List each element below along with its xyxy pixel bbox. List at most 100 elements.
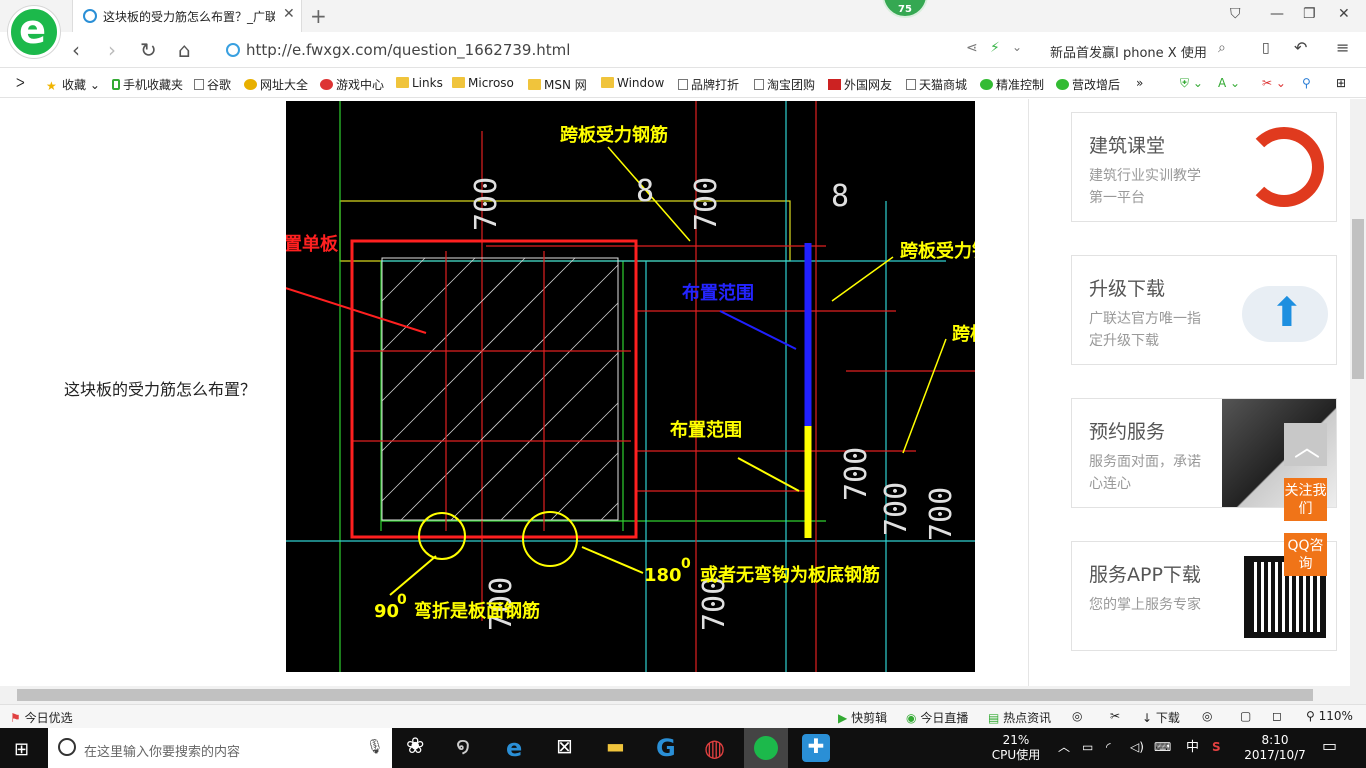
volume-icon[interactable]: ◁) <box>1130 740 1144 755</box>
store-icon[interactable]: ⊠ <box>556 734 584 762</box>
bookmark-sites[interactable]: 网址大全 <box>244 76 308 93</box>
file-explorer-icon[interactable]: ▬ <box>606 734 634 762</box>
bookmark-vat[interactable]: 营改增后 <box>1056 76 1120 93</box>
menu-icon[interactable]: ≡ <box>1336 38 1349 57</box>
phone-icon[interactable]: ▯ <box>1262 40 1270 56</box>
scroll-thumb[interactable] <box>1352 219 1364 379</box>
wifi-icon[interactable]: ◜ <box>1106 740 1111 755</box>
arrow-right2 <box>902 338 947 454</box>
clock[interactable]: 8:10 2017/10/7 <box>1240 733 1310 763</box>
bookmark-windows[interactable]: Window <box>601 76 664 90</box>
annotation-yellow: 布置范围 <box>670 419 742 441</box>
app-g-icon[interactable]: G <box>656 734 684 762</box>
arrow-red <box>286 287 427 334</box>
search-box[interactable]: 新品首发赢I phone X 使用 <box>1040 36 1240 64</box>
bookmark-microsoft[interactable]: Microso <box>452 76 514 90</box>
browser-logo[interactable]: e <box>8 6 60 58</box>
restore-icon[interactable]: ❐ <box>1303 6 1316 22</box>
back-to-top-button[interactable]: ︿ <box>1284 423 1327 466</box>
status-live[interactable]: ◉ 今日直播 <box>906 709 968 726</box>
bookmark-tmall[interactable]: 天猫商城 <box>906 76 967 93</box>
bookmark-taobao[interactable]: 淘宝团购 <box>754 76 815 93</box>
app-swirl-icon[interactable]: ໑ <box>456 734 484 762</box>
up-arrow-icon: ︿ <box>1294 433 1321 463</box>
scroll-thumb[interactable] <box>17 689 1313 701</box>
windows-start-icon[interactable]: ⊞ <box>14 739 29 760</box>
status-icon-d[interactable]: ▢ <box>1240 709 1251 723</box>
card-classroom[interactable]: 建筑课堂 建筑行业实训教学第一平台 <box>1071 112 1337 222</box>
status-icon-c[interactable]: ◎ <box>1202 709 1212 723</box>
home-icon[interactable]: ⌂ <box>178 38 191 62</box>
cpu-meter[interactable]: 21% CPU使用 <box>986 733 1046 763</box>
status-quick-edit[interactable]: ▶ 快剪辑 <box>838 709 887 726</box>
annotation-90-num: 90 <box>374 601 399 622</box>
app-plus-icon[interactable]: ✚ <box>802 734 830 762</box>
battery-icon[interactable]: ▭ <box>1082 740 1093 755</box>
bookmark-discount[interactable]: 品牌打折 <box>678 76 739 93</box>
question-text: 这块板的受力筋怎么布置？ <box>64 380 257 399</box>
qq-consult-button[interactable]: QQ咨询 <box>1284 533 1327 576</box>
vertical-scrollbar[interactable] <box>1350 99 1366 704</box>
favicon-icon <box>83 9 97 23</box>
bookmark-msn[interactable]: MSN 网 <box>528 76 587 93</box>
bookmark-links[interactable]: Links <box>396 76 443 90</box>
bookmark-favorites[interactable]: ★ 收藏 ⌄ <box>46 76 100 93</box>
browser-tab[interactable]: 这块板的受力筋怎么布置？_广联 ✕ <box>72 0 302 32</box>
sogou-icon[interactable]: S <box>1212 740 1221 755</box>
follow-us-button[interactable]: 关注我们 <box>1284 478 1327 521</box>
lightning-icon[interactable]: ⚡ <box>990 40 1000 56</box>
undo-icon[interactable]: ↶ <box>1294 38 1307 57</box>
chevron-down-icon[interactable]: ⌄ <box>1012 40 1022 54</box>
tab-title: 这块板的受力筋怎么布置？_广联 <box>103 10 275 24</box>
notifications-icon[interactable]: ▭ <box>1322 738 1337 754</box>
card-desc: 广联达官方唯一指定升级下载 <box>1089 311 1201 349</box>
active-browser-task[interactable] <box>744 728 788 768</box>
card-title: 建筑课堂 <box>1089 135 1166 157</box>
arrow-180 <box>581 546 644 574</box>
ime-indicator[interactable]: 中 <box>1186 740 1199 755</box>
cad-hatch-lines <box>381 257 619 521</box>
bookmark-games[interactable]: 游戏中心 <box>320 76 384 93</box>
bookmark-mobile[interactable]: 手机收藏夹 <box>112 76 183 93</box>
forward-icon[interactable]: › <box>108 38 116 62</box>
taskbar-search[interactable]: 在这里输入你要搜索的内容 🎙 <box>48 728 392 768</box>
edge-icon[interactable]: e <box>506 734 534 762</box>
scissors-icon[interactable]: ✂ ⌄ <box>1262 76 1286 90</box>
bookmark-foreign[interactable]: 外国网友 <box>828 76 892 93</box>
shield-icon[interactable]: ⛨ ⌄ <box>1180 76 1203 91</box>
url-text: http://e.fwxgx.com/question_1662739.html <box>246 41 571 59</box>
card-upgrade[interactable]: 升级下载 广联达官方唯一指定升级下载 ⬆ <box>1071 255 1337 365</box>
close-tab-icon[interactable]: ✕ <box>283 6 295 22</box>
zoom-level[interactable]: ⚲ 110% <box>1306 709 1353 723</box>
status-today-picks[interactable]: ⚑ 今日优选 <box>10 709 73 726</box>
shirt-icon[interactable]: ⛉ <box>1230 6 1241 22</box>
minimize-icon[interactable]: — <box>1270 6 1284 22</box>
apps-grid-icon[interactable]: ⊞ <box>1336 76 1346 90</box>
tray-up-icon[interactable]: ︿ <box>1058 740 1070 755</box>
keyboard-icon[interactable]: ⌨ <box>1154 740 1171 755</box>
back-icon[interactable]: ‹ <box>72 38 80 62</box>
bookmark-precise[interactable]: 精准控制 <box>980 76 1044 93</box>
task-view-icon[interactable]: ❀ <box>406 734 434 762</box>
status-news[interactable]: ▤ 热点资讯 <box>988 709 1051 726</box>
magnifier-icon[interactable]: ⚲ <box>1302 76 1311 90</box>
new-tab-button[interactable]: + <box>310 4 327 28</box>
share-icon[interactable]: ⋖ <box>966 40 978 56</box>
status-icon-a[interactable]: ◎ <box>1072 709 1082 723</box>
status-icon-b[interactable]: ✂ <box>1110 709 1120 723</box>
refresh-icon[interactable]: ↻ <box>140 38 157 62</box>
app-red-g-icon[interactable]: ◍ <box>704 734 732 762</box>
status-download[interactable]: ↓ 下载 <box>1142 709 1180 726</box>
sidebar-toggle-icon[interactable]: ᐳ <box>16 76 25 90</box>
horizontal-scrollbar[interactable] <box>0 686 1350 704</box>
more-bookmarks-icon[interactable]: » <box>1136 76 1143 90</box>
address-bar[interactable]: http://e.fwxgx.com/question_1662739.html <box>222 38 962 62</box>
search-icon[interactable]: ⌕ <box>1218 40 1226 56</box>
close-window-icon[interactable]: ✕ <box>1338 6 1350 22</box>
card-desc: 建筑行业实训教学第一平台 <box>1089 168 1201 206</box>
translate-icon[interactable]: A ⌄ <box>1218 76 1240 90</box>
logo-e-icon: e <box>19 7 47 53</box>
bookmark-google[interactable]: 谷歌 <box>194 76 231 93</box>
cad-dim: 700 <box>689 177 724 231</box>
status-icon-e[interactable]: ◻ <box>1272 709 1282 723</box>
